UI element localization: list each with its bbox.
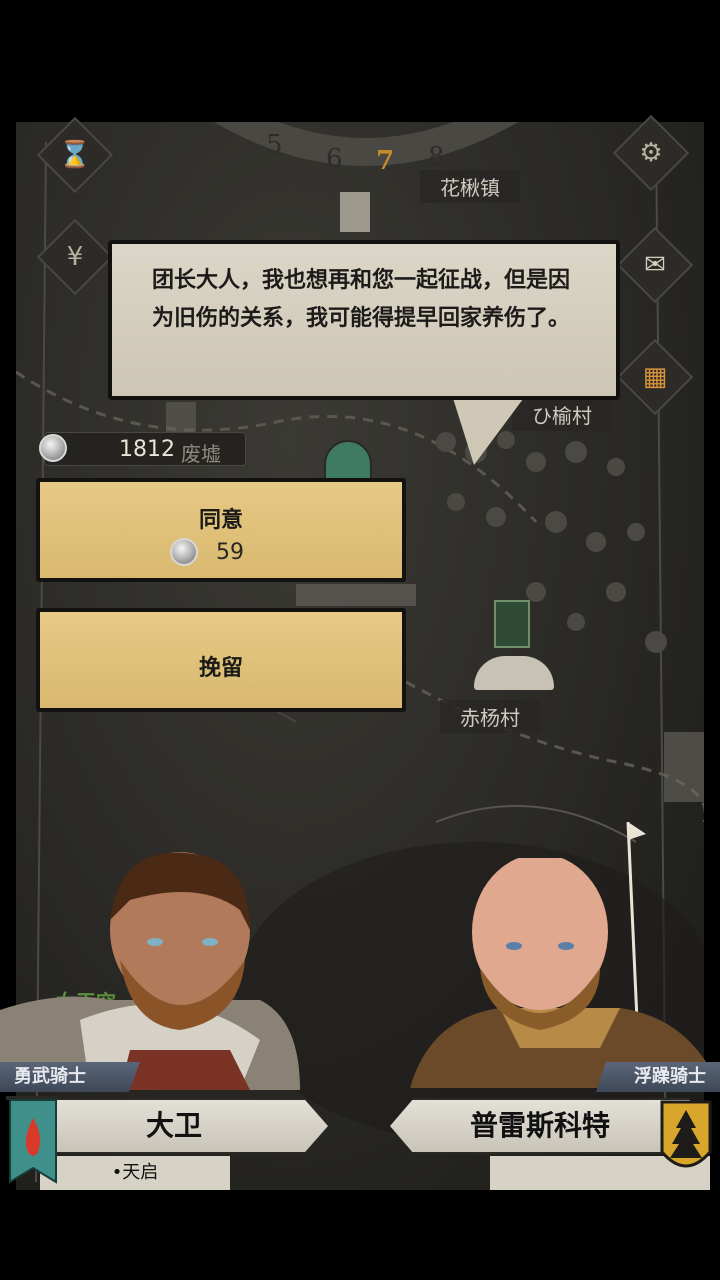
envelope-icon: ✉ (644, 250, 666, 280)
character-name-left[interactable]: 大卫 (20, 1098, 328, 1154)
character-rank-right: 浮躁骑士 (596, 1062, 720, 1092)
gear-icon: ⚙ (639, 138, 663, 168)
pine-tree-shield-icon (660, 1100, 712, 1168)
choice-retain-button[interactable]: 挽留 (36, 608, 406, 712)
money-bag-icon: ¥ (66, 242, 84, 272)
place-label[interactable]: ひ榆村 (512, 398, 612, 431)
currency-suffix: 废墟 (181, 442, 221, 466)
character-rank-left: 勇武骑士 (0, 1062, 140, 1092)
choice-label: 同意 (198, 508, 243, 533)
choice-agree-button[interactable]: 同意 59 (36, 478, 406, 582)
dialog-text: 团长大人，我也想再和您一起征战，但是因为旧伤的关系，我可能得提早回家养伤了。 (152, 268, 571, 331)
currency-amount: 1812 (119, 437, 175, 462)
tattered-banner-icon (340, 192, 370, 232)
choice-label: 挽留 (198, 656, 243, 681)
place-label[interactable]: 赤杨村 (440, 700, 540, 733)
hourglass-icon: ⌛ (58, 140, 92, 170)
silver-coin-icon (170, 538, 198, 566)
calendar-dial: 5 6 7 8 (166, 122, 566, 176)
character-portrait-left[interactable] (0, 850, 340, 1090)
character-trait-left[interactable]: •天启 (40, 1156, 230, 1190)
currency-display: 1812 废墟 (39, 432, 246, 466)
dial-number: 6 (326, 144, 343, 174)
silver-coin-icon (39, 434, 67, 462)
dial-number: 8 (428, 142, 445, 172)
speech-bubble-tail (452, 395, 526, 465)
dial-ring (213, 122, 519, 166)
window-icon: ▦ (642, 362, 668, 392)
tree-village-marker-icon[interactable] (494, 600, 530, 648)
dial-number: 5 (266, 130, 283, 160)
place-label[interactable]: 花楸镇 (420, 170, 520, 203)
speech-bubble: 团长大人，我也想再和您一起征战，但是因为旧伤的关系，我可能得提早回家养伤了。 (108, 240, 620, 400)
character-portrait-right[interactable] (390, 858, 720, 1088)
red-flame-banner-icon (6, 1096, 60, 1184)
choice-cost: 59 (216, 540, 244, 565)
dial-number-active: 7 (376, 146, 395, 176)
character-name-right[interactable]: 普雷斯科特 (390, 1098, 690, 1154)
